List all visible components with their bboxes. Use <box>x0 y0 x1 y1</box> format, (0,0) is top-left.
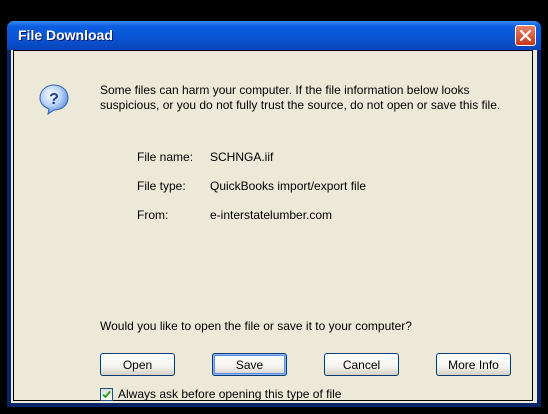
more-info-button[interactable]: More Info <box>436 353 511 376</box>
file-type-label: File type: <box>137 179 186 193</box>
svg-text:?: ? <box>49 91 59 108</box>
open-button[interactable]: Open <box>100 353 175 376</box>
dialog-frame: ? Some files can harm your computer. If … <box>13 50 533 401</box>
close-icon <box>519 29 532 42</box>
file-name-value: SCHNGA.iif <box>210 150 274 164</box>
save-button[interactable]: Save <box>212 353 287 376</box>
file-download-dialog: File Download ? Some files can harm your… <box>7 21 541 407</box>
title-bar[interactable]: File Download <box>7 21 541 50</box>
cancel-button[interactable]: Cancel <box>324 353 399 376</box>
file-from-label: From: <box>137 208 169 222</box>
file-type-value: QuickBooks import/export file <box>210 179 367 193</box>
file-name-label: File name: <box>137 150 194 164</box>
always-ask-label: Always ask before opening this type of f… <box>118 387 342 401</box>
file-from-value: e-interstatelumber.com <box>210 208 333 222</box>
dialog-body: ? Some files can harm your computer. If … <box>11 50 537 403</box>
checkmark-icon <box>102 390 111 399</box>
open-or-save-question: Would you like to open the file or save … <box>100 319 412 333</box>
close-button[interactable] <box>515 25 536 46</box>
dialog-title: File Download <box>18 27 113 43</box>
question-icon: ? <box>39 84 69 115</box>
always-ask-checkbox[interactable] <box>100 388 113 401</box>
warning-message: Some files can harm your computer. If th… <box>100 83 501 112</box>
